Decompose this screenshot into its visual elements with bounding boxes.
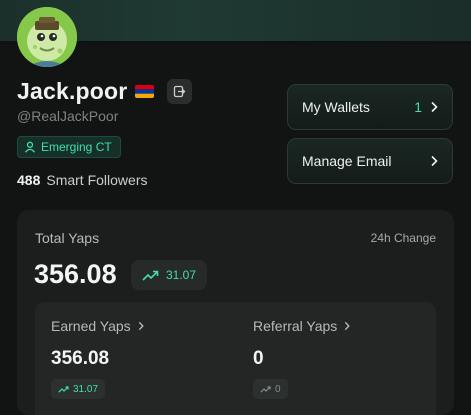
user-handle: @RealJackPoor [17, 108, 119, 124]
logout-icon [174, 85, 186, 98]
referral-yaps-change-value: 0 [275, 383, 281, 395]
status-badge: Emerging CT [17, 136, 121, 158]
my-wallets-label: My Wallets [302, 99, 370, 115]
username: Jack.poor [17, 78, 128, 104]
manage-email-label: Manage Email [302, 153, 392, 169]
referral-yaps-label: Referral Yaps [253, 318, 338, 334]
earned-yaps-value: 356.08 [51, 348, 110, 369]
yaps-breakdown: Earned Yaps 356.08 31.07 Referral Yaps 0… [35, 302, 436, 415]
total-yaps-change-value: 31.07 [166, 268, 197, 282]
profile-name-row: Jack.poor [17, 78, 193, 105]
logout-button[interactable] [167, 79, 193, 104]
avatar-image [17, 7, 77, 67]
referral-yaps-value: 0 [253, 348, 264, 369]
trend-up-icon [58, 386, 69, 393]
total-yaps-label: Total Yaps [35, 230, 100, 246]
referral-yaps-link[interactable]: Referral Yaps [253, 318, 351, 334]
total-yaps-change: 31.07 [131, 260, 208, 290]
referral-yaps: Referral Yaps 0 0 [253, 318, 351, 399]
manage-email-button[interactable]: Manage Email [287, 138, 453, 184]
smart-followers: 488 Smart Followers [17, 172, 148, 188]
armenia-flag-icon [135, 85, 155, 98]
followers-label: Smart Followers [46, 172, 148, 188]
earned-yaps-link[interactable]: Earned Yaps [51, 318, 144, 334]
trend-up-icon [260, 386, 271, 393]
badge-label: Emerging CT [41, 140, 112, 154]
chevron-right-icon [431, 155, 438, 167]
earned-yaps-change: 31.07 [51, 379, 106, 399]
my-wallets-button[interactable]: My Wallets 1 [287, 84, 453, 130]
total-yaps-value: 356.08 [34, 259, 117, 289]
wallets-count: 1 [414, 99, 422, 115]
earned-yaps-change-value: 31.07 [73, 383, 99, 395]
user-icon [24, 141, 36, 153]
trend-up-icon [142, 270, 159, 281]
chevron-right-icon [138, 321, 144, 331]
chevron-right-icon [431, 101, 438, 113]
earned-yaps-label: Earned Yaps [51, 318, 131, 334]
chevron-right-icon [345, 321, 351, 331]
referral-yaps-change: 0 [253, 379, 288, 399]
earned-yaps: Earned Yaps 356.08 31.07 [51, 318, 144, 399]
yaps-card: Total Yaps 24h Change 356.08 31.07 Earne… [17, 210, 454, 415]
followers-count: 488 [17, 172, 41, 188]
change-period-label: 24h Change [370, 231, 436, 245]
avatar[interactable] [17, 7, 77, 67]
